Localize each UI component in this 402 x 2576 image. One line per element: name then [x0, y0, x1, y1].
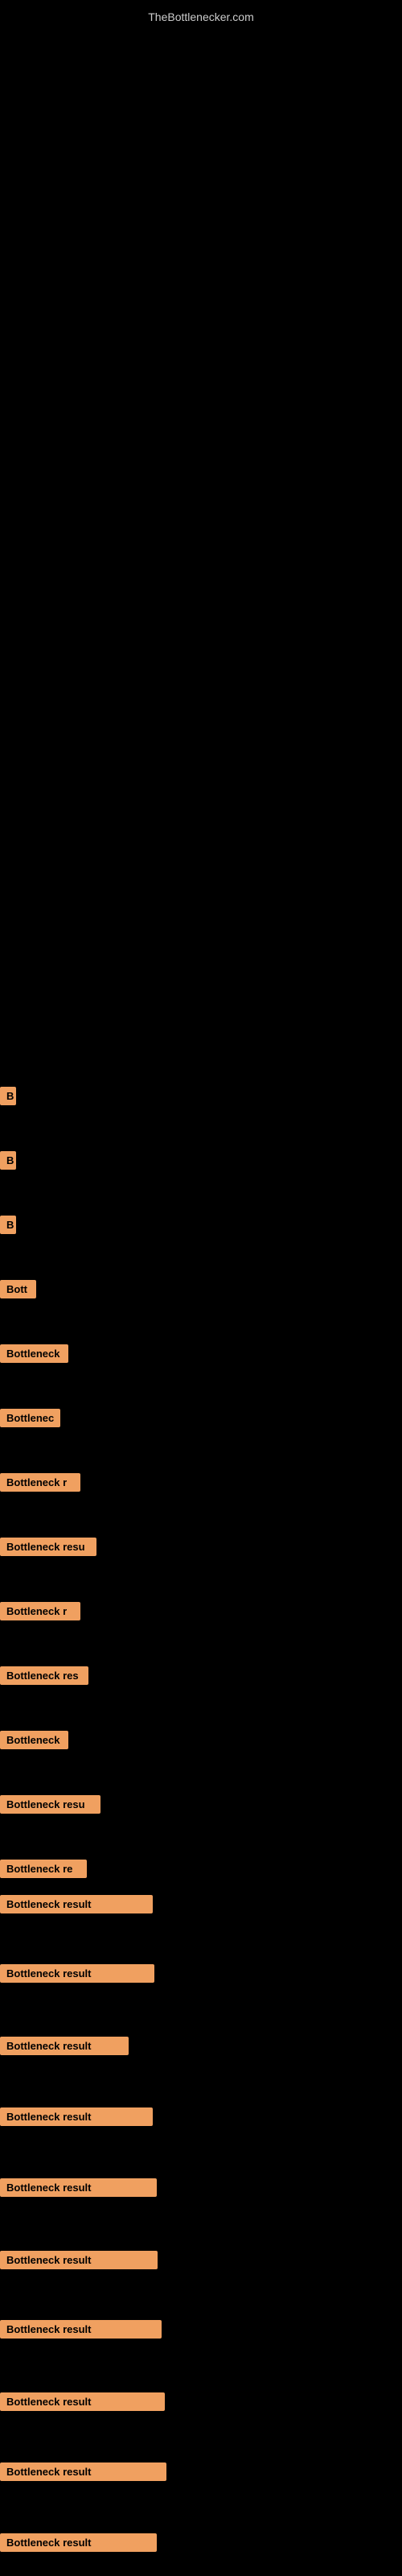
bottleneck-result-item: Bottleneck result — [0, 2251, 158, 2269]
bottleneck-result-item: Bottleneck res — [0, 1666, 88, 1685]
bottleneck-result-item: Bottleneck re — [0, 1860, 87, 1878]
bottleneck-result-item: B — [0, 1151, 16, 1170]
bottleneck-result-item: B — [0, 1216, 16, 1234]
bottleneck-result-item: Bottleneck — [0, 1731, 68, 1749]
bottleneck-result-item: Bottleneck result — [0, 2533, 157, 2552]
bottleneck-result-item: Bottleneck result — [0, 2462, 166, 2481]
bottleneck-result-item: Bottleneck result — [0, 2178, 157, 2197]
site-title: TheBottlenecker.com — [0, 4, 402, 30]
bottleneck-result-item: B — [0, 1087, 16, 1105]
bottleneck-result-item: Bottleneck result — [0, 1895, 153, 1913]
bottleneck-result-item: Bottleneck result — [0, 1964, 154, 1983]
bottleneck-result-item: Bottleneck r — [0, 1602, 80, 1620]
bottleneck-result-item: Bottleneck result — [0, 2037, 129, 2055]
bottleneck-result-item: Bott — [0, 1280, 36, 1298]
bottleneck-result-item: Bottleneck — [0, 1344, 68, 1363]
bottleneck-result-item: Bottleneck resu — [0, 1538, 96, 1556]
bottleneck-result-item: Bottleneck result — [0, 2107, 153, 2126]
bottleneck-result-item: Bottleneck result — [0, 2320, 162, 2339]
bottleneck-result-item: Bottleneck result — [0, 2392, 165, 2411]
bottleneck-result-item: Bottleneck resu — [0, 1795, 100, 1814]
bottleneck-result-item: Bottleneck r — [0, 1473, 80, 1492]
bottleneck-result-item: Bottlenec — [0, 1409, 60, 1427]
